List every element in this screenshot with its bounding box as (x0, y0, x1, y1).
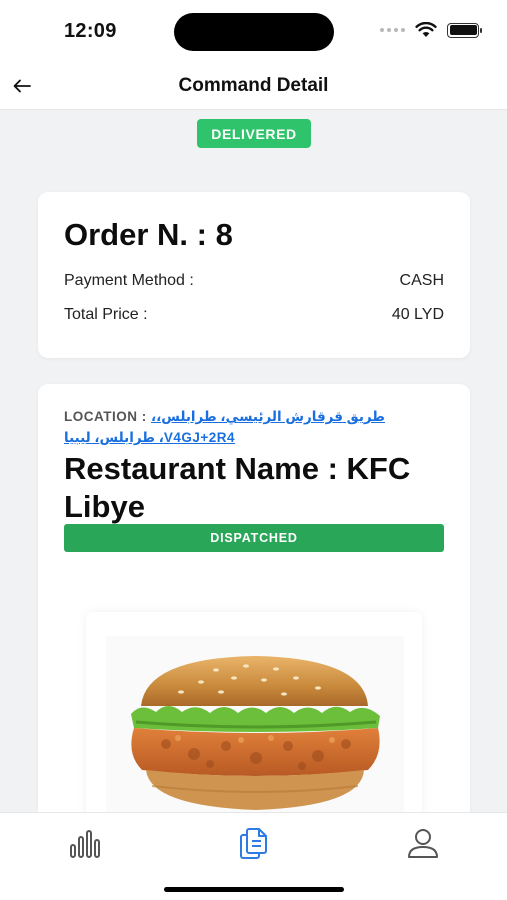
nav-header: Command Detail (0, 62, 507, 110)
home-indicator (164, 887, 344, 892)
location-block: LOCATION : طريق قرقارش الرئيسي، طرابلس،،… (64, 406, 414, 448)
bottom-tab-bar (0, 812, 507, 900)
order-summary-card: Order N. : 8 Payment Method : CASH Total… (38, 192, 470, 358)
restaurant-name: Restaurant Name : KFC Libye (64, 451, 411, 524)
payment-method-label: Payment Method : (64, 272, 194, 289)
payment-method-value: CASH (399, 272, 444, 289)
dispatched-status-bar: DISPATCHED (64, 524, 444, 552)
total-price-row: Total Price : 40 LYD (64, 306, 444, 324)
restaurant-card: LOCATION : طريق قرقارش الرئيسي، طرابلس،،… (38, 384, 470, 824)
user-icon (408, 829, 438, 858)
tab-stats[interactable] (66, 823, 106, 863)
page-title: Command Detail (178, 75, 329, 96)
status-time: 12:09 (64, 20, 117, 42)
delivered-status-badge: DELIVERED (197, 119, 311, 148)
payment-method-row: Payment Method : CASH (64, 272, 444, 290)
battery-icon (447, 22, 482, 38)
order-number: Order N. : 8 (64, 217, 233, 252)
wifi-icon (415, 22, 437, 37)
documents-icon (240, 828, 267, 859)
burger-image (106, 636, 404, 824)
tab-profile[interactable] (403, 823, 443, 863)
status-icons (380, 22, 482, 38)
tab-orders[interactable] (234, 823, 274, 863)
product-card[interactable] (86, 612, 422, 824)
status-bar: 12:09 (0, 0, 507, 62)
total-price-label: Total Price : (64, 306, 148, 323)
dynamic-island (174, 13, 334, 51)
bar-chart-icon (70, 830, 100, 858)
total-price-value: 40 LYD (391, 306, 444, 323)
cellular-signal-icon (380, 28, 405, 32)
location-label: LOCATION : (64, 409, 151, 424)
